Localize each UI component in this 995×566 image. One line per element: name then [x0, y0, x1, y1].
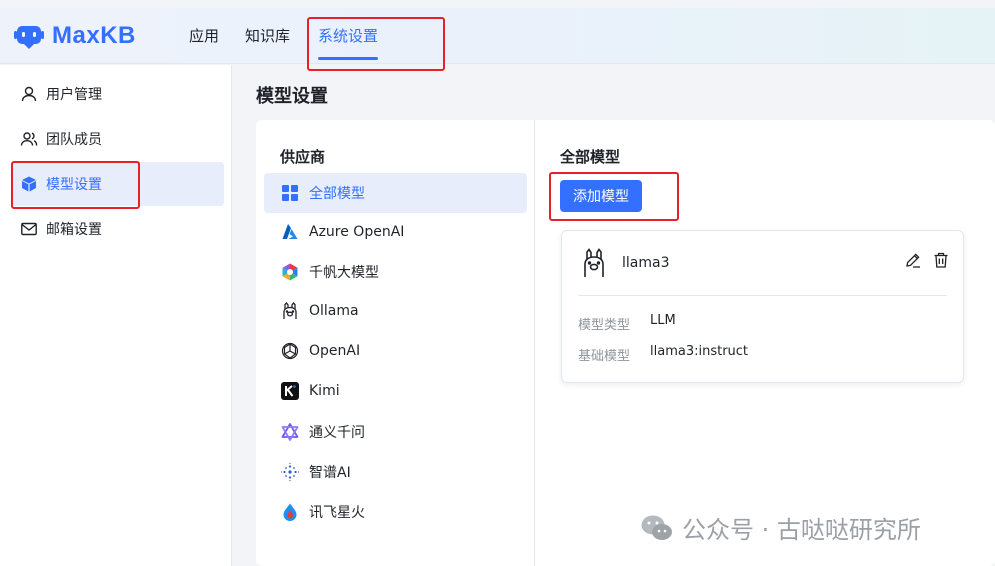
team-icon	[20, 132, 38, 146]
app-logo[interactable]: MaxKB	[14, 22, 136, 50]
model-type-value: LLM	[650, 313, 676, 328]
xunfei-icon	[280, 502, 300, 522]
topnav-system-settings[interactable]: 系统设置	[318, 8, 379, 64]
provider-label: Azure OpenAI	[309, 224, 405, 240]
page-title: 模型设置	[256, 86, 328, 107]
watermark-text: 公众号 · 古哒哒研究所	[682, 516, 921, 544]
mail-icon	[21, 222, 37, 236]
sidebar-item-label: 团队成员	[46, 132, 102, 148]
provider-item-qianfan[interactable]: 千帆大模型	[264, 252, 527, 292]
provider-list: 供应商 全部模型 Azure OpenAI 千帆大模型 Ollama OpenA…	[256, 120, 535, 566]
provider-item-kimi[interactable]: Kimi	[264, 371, 527, 411]
models-title: 全部模型	[560, 148, 621, 166]
provider-label: OpenAI	[309, 343, 361, 359]
base-model-value: llama3:instruct	[650, 344, 749, 359]
user-icon	[21, 86, 37, 102]
qianfan-icon	[280, 262, 300, 282]
zhipu-icon	[280, 462, 300, 482]
model-card[interactable]: llama3 模型类型 LLM 基础模型 llama3:instruct	[561, 230, 964, 383]
provider-label: 通义千问	[309, 425, 365, 441]
provider-item-azure[interactable]: Azure OpenAI	[264, 212, 527, 252]
edit-icon[interactable]	[904, 251, 922, 269]
sidebar-item-model-settings[interactable]: 模型设置	[12, 162, 224, 206]
provider-label: Kimi	[309, 383, 340, 399]
sidebar-item-label: 邮箱设置	[46, 222, 102, 238]
model-name: llama3	[622, 255, 670, 271]
topnav-apps[interactable]: 应用	[189, 8, 219, 64]
ollama-icon	[280, 301, 300, 321]
card-divider	[578, 295, 947, 296]
model-type-label: 模型类型	[578, 318, 631, 333]
sidebar-item-users[interactable]: 用户管理	[12, 72, 224, 116]
top-header: MaxKB 应用 知识库 系统设置	[0, 8, 995, 64]
wechat-icon	[641, 515, 672, 540]
provider-label: Ollama	[309, 303, 359, 319]
watermark: 公众号 · 古哒哒研究所	[640, 510, 921, 545]
cube-icon	[22, 176, 36, 192]
delete-icon[interactable]	[932, 251, 950, 269]
provider-item-all[interactable]: 全部模型	[264, 173, 527, 213]
azure-icon	[280, 222, 300, 242]
providers-title: 供应商	[280, 148, 326, 166]
provider-item-zhipu[interactable]: 智谱AI	[264, 452, 527, 492]
sidebar-item-label: 用户管理	[46, 87, 102, 103]
model-settings-panel: 供应商 全部模型 Azure OpenAI 千帆大模型 Ollama OpenA…	[256, 120, 995, 566]
provider-label: 全部模型	[309, 186, 365, 202]
robot-logo-icon	[14, 23, 44, 49]
provider-item-openai[interactable]: OpenAI	[264, 331, 527, 371]
topnav-knowledge[interactable]: 知识库	[245, 8, 290, 64]
sidebar: 用户管理 团队成员 模型设置 邮箱设置	[0, 65, 232, 566]
sidebar-item-label: 模型设置	[46, 177, 102, 193]
sidebar-item-email-settings[interactable]: 邮箱设置	[12, 207, 224, 251]
tongyi-icon	[280, 422, 300, 442]
app-name: MaxKB	[52, 22, 136, 49]
openai-icon	[280, 341, 300, 361]
top-nav: 应用 知识库 系统设置	[189, 8, 404, 64]
provider-label: 智谱AI	[309, 465, 351, 481]
provider-label: 讯飞星火	[309, 505, 365, 521]
grid-icon	[280, 183, 300, 203]
base-model-label: 基础模型	[578, 349, 631, 364]
add-model-button[interactable]: 添加模型	[560, 180, 642, 212]
provider-label: 千帆大模型	[309, 265, 379, 281]
kimi-icon	[280, 381, 300, 401]
sidebar-item-team[interactable]: 团队成员	[12, 117, 224, 161]
provider-item-tongyi[interactable]: 通义千问	[264, 412, 527, 452]
ollama-icon	[580, 247, 608, 279]
provider-item-xunfei[interactable]: 讯飞星火	[264, 492, 527, 532]
provider-item-ollama[interactable]: Ollama	[264, 291, 527, 331]
